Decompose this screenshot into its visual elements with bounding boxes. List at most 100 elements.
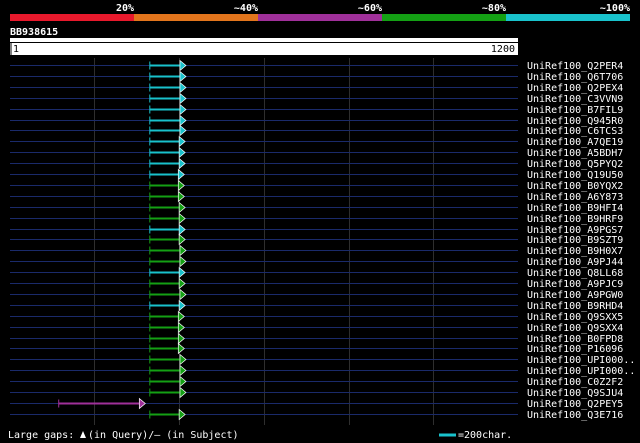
hit-row[interactable]: UniRef100_B9HRF9 — [10, 212, 623, 226]
hit-row[interactable]: UniRef100_B7FIL9 — [10, 103, 623, 117]
hit-row[interactable]: UniRef100_A5BDH7 — [10, 146, 623, 160]
arrow-right-icon — [179, 92, 187, 105]
arrow-right-icon — [179, 386, 187, 399]
hit-row[interactable]: UniRef100_Q2PEX4 — [10, 81, 623, 95]
grid — [94, 58, 434, 425]
arrow-right-icon — [138, 397, 146, 410]
hit-list: UniRef100_Q2PER4UniRef100_Q6T706UniRef10… — [10, 59, 635, 422]
hit-row[interactable]: UniRef100_A6Y873 — [10, 190, 623, 204]
query-name: BB938615 — [10, 27, 58, 38]
hit-label[interactable]: UniRef100_P16096 — [527, 344, 623, 355]
hit-label[interactable]: UniRef100_Q9SXX5 — [527, 312, 623, 323]
hit-row[interactable]: UniRef100_B0YQX2 — [10, 179, 623, 193]
hit-label[interactable]: UniRef100_B0YQX2 — [527, 181, 623, 192]
hit-row[interactable]: UniRef100_UPI000.. — [10, 353, 635, 367]
hit-row[interactable]: UniRef100_A9PJ44 — [10, 255, 623, 269]
hit-row[interactable]: UniRef100_B9SZT9 — [10, 233, 623, 247]
hit-label[interactable]: UniRef100_A7QE19 — [527, 137, 623, 148]
arrow-right-icon — [179, 114, 187, 127]
scale-label: =200char. — [458, 430, 512, 441]
arrow-right-icon — [177, 310, 185, 323]
hit-row[interactable]: UniRef100_Q19U50 — [10, 168, 623, 182]
hit-label[interactable]: UniRef100_Q3E716 — [527, 410, 623, 421]
identity-label-80: ~80% — [482, 3, 506, 14]
hit-row[interactable]: UniRef100_Q6T706 — [10, 70, 623, 84]
hit-label[interactable]: UniRef100_B9HRF9 — [527, 214, 623, 225]
hit-label[interactable]: UniRef100_Q2PER4 — [527, 61, 623, 72]
hit-label[interactable]: UniRef100_Q9SXX4 — [527, 323, 623, 334]
hit-row[interactable]: UniRef100_A7QE19 — [10, 135, 623, 149]
hit-label[interactable]: UniRef100_Q5PYQ2 — [527, 159, 623, 170]
hit-label[interactable]: UniRef100_Q19U50 — [527, 170, 623, 181]
arrow-right-icon — [178, 277, 186, 290]
hit-row[interactable]: UniRef100_Q9SXX4 — [10, 321, 623, 335]
hit-label[interactable]: UniRef100_A5BDH7 — [527, 148, 623, 159]
hit-row[interactable]: UniRef100_Q5PYQ2 — [10, 157, 623, 171]
hit-label[interactable]: UniRef100_Q2PEX4 — [527, 83, 623, 94]
hit-row[interactable]: UniRef100_P16096 — [10, 342, 623, 356]
hit-label[interactable]: UniRef100_A6Y873 — [527, 192, 623, 203]
identity-label-40: ~40% — [234, 3, 258, 14]
identity-color-60 — [258, 14, 382, 21]
hit-label[interactable]: UniRef100_A9PJ44 — [527, 257, 623, 268]
hit-label[interactable]: UniRef100_UPI000.. — [527, 355, 635, 366]
identity-legend: 20% ~40% ~60% ~80% ~100% — [10, 3, 630, 21]
footer: Large gaps: (in Query)/– (in Subject) =2… — [8, 430, 512, 441]
identity-color-40 — [134, 14, 258, 21]
hit-row[interactable]: UniRef100_A9PJC9 — [10, 277, 623, 291]
hit-row[interactable]: UniRef100_Q2PER4 — [10, 59, 623, 73]
hit-row[interactable]: UniRef100_Q2PEY5 — [10, 397, 623, 411]
hit-label[interactable]: UniRef100_B9SZT9 — [527, 235, 623, 246]
hit-label[interactable]: UniRef100_Q8LL68 — [527, 268, 623, 279]
hit-label[interactable]: UniRef100_B9HFI4 — [527, 203, 623, 214]
hit-label[interactable]: UniRef100_C0Z2F2 — [527, 377, 623, 388]
arrow-right-icon — [178, 233, 186, 246]
hit-row[interactable]: UniRef100_B9H0X7 — [10, 244, 623, 258]
arrow-right-icon — [178, 223, 186, 236]
hit-label[interactable]: UniRef100_Q6T706 — [527, 72, 623, 83]
hit-label[interactable]: UniRef100_Q9SJU4 — [527, 388, 623, 399]
arrow-right-icon — [179, 81, 187, 94]
arrow-right-icon — [177, 168, 185, 181]
ruler — [10, 43, 518, 55]
arrow-right-icon — [179, 375, 187, 388]
hit-row[interactable]: UniRef100_C6TCS3 — [10, 124, 623, 138]
hit-row[interactable]: UniRef100_C3VVN9 — [10, 92, 623, 106]
hit-row[interactable]: UniRef100_Q9SJU4 — [10, 386, 623, 400]
hit-label[interactable]: UniRef100_A9PJC9 — [527, 279, 623, 290]
arrow-right-icon — [179, 255, 187, 268]
blast-alignment-viewer: 20% ~40% ~60% ~80% ~100% BB938615 1 1200… — [8, 3, 635, 441]
hit-row[interactable]: UniRef100_UPI000.. — [10, 364, 635, 378]
arrow-right-icon — [177, 179, 185, 192]
arrow-right-icon — [179, 103, 187, 116]
hit-row[interactable]: UniRef100_C0Z2F2 — [10, 375, 623, 389]
hit-row[interactable]: UniRef100_A9PGW0 — [10, 288, 623, 302]
identity-color-80 — [382, 14, 506, 21]
arrow-right-icon — [179, 124, 187, 137]
arrow-right-icon — [179, 244, 187, 257]
ruler-end: 1200 — [491, 44, 515, 55]
hit-row[interactable]: UniRef100_Q9SXX5 — [10, 310, 623, 324]
hit-label[interactable]: UniRef100_B9RHD4 — [527, 301, 623, 312]
arrow-right-icon — [178, 212, 186, 225]
identity-color-100 — [506, 14, 630, 21]
hit-label[interactable]: UniRef100_C6TCS3 — [527, 126, 623, 137]
gaps-legend-prefix: Large gaps: — [8, 430, 74, 441]
hit-label[interactable]: UniRef100_A9PGW0 — [527, 290, 623, 301]
hit-row[interactable]: UniRef100_B9RHD4 — [10, 299, 623, 313]
hit-row[interactable]: UniRef100_B9HFI4 — [10, 201, 623, 215]
arrow-right-icon — [177, 190, 185, 203]
arrow-right-icon — [177, 342, 185, 355]
query-bar — [10, 38, 518, 42]
hit-row[interactable]: UniRef100_Q3E716 — [10, 408, 623, 422]
hit-label[interactable]: UniRef100_C3VVN9 — [527, 94, 623, 105]
hit-label[interactable]: UniRef100_B9H0X7 — [527, 246, 623, 257]
identity-label-20: 20% — [116, 3, 134, 14]
arrow-right-icon — [179, 353, 187, 366]
identity-label-100: ~100% — [600, 3, 630, 14]
identity-label-60: ~60% — [358, 3, 382, 14]
hit-row[interactable]: UniRef100_Q8LL68 — [10, 266, 623, 280]
hit-label[interactable]: UniRef100_UPI000.. — [527, 366, 635, 377]
hit-label[interactable]: UniRef100_Q2PEY5 — [527, 399, 623, 410]
hit-label[interactable]: UniRef100_B7FIL9 — [527, 105, 623, 116]
